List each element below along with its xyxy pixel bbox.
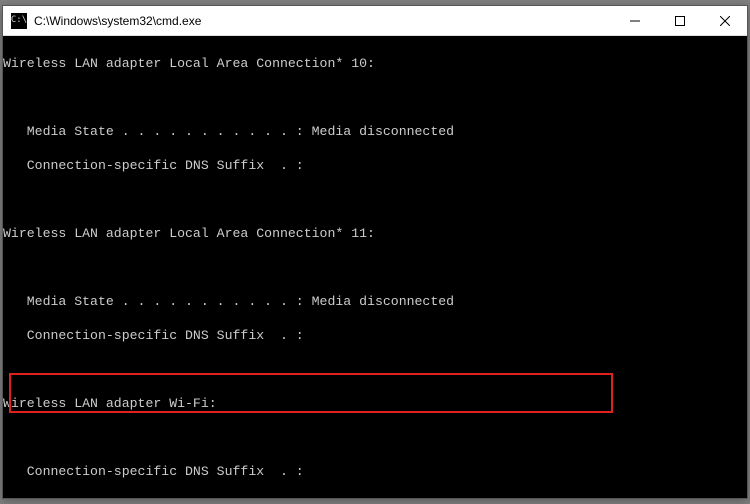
dns-suffix: Connection-specific DNS Suffix . : [3, 327, 743, 344]
media-state: Media State . . . . . . . . . . . : Medi… [3, 293, 743, 310]
close-button[interactable] [702, 6, 747, 35]
ipv6-address: IPv6 Address. . . . . . . . . . . : 2405… [3, 497, 743, 498]
maximize-button[interactable] [657, 6, 702, 35]
terminal-output[interactable]: Wireless LAN adapter Local Area Connecti… [3, 36, 747, 498]
cmd-icon: C:\ [11, 13, 27, 29]
minimize-button[interactable] [612, 6, 657, 35]
dns-suffix: Connection-specific DNS Suffix . : [3, 157, 743, 174]
titlebar[interactable]: C:\ C:\Windows\system32\cmd.exe [3, 6, 747, 36]
dns-suffix: Connection-specific DNS Suffix . : [3, 463, 743, 480]
cmd-window: C:\ C:\Windows\system32\cmd.exe Wireless… [2, 5, 748, 499]
window-title: C:\Windows\system32\cmd.exe [34, 14, 201, 28]
adapter-header: Wireless LAN adapter Local Area Connecti… [3, 55, 743, 72]
media-state: Media State . . . . . . . . . . . : Medi… [3, 123, 743, 140]
window-controls [612, 6, 747, 35]
adapter-header: Wireless LAN adapter Local Area Connecti… [3, 225, 743, 242]
adapter-header: Wireless LAN adapter Wi-Fi: [3, 395, 743, 412]
